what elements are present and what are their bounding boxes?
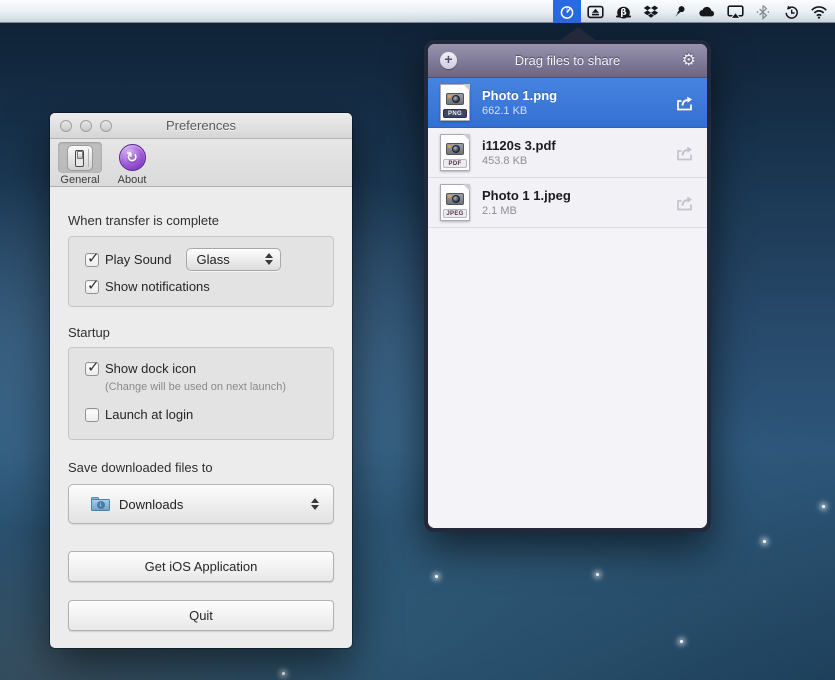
launch-at-login-checkbox[interactable] (85, 408, 99, 422)
time-machine-icon[interactable] (777, 0, 805, 23)
file-name: i1120s 3.pdf (482, 138, 674, 153)
cloud-icon[interactable] (693, 0, 721, 23)
tab-general-label: General (60, 174, 99, 186)
file-size: 662.1 KB (482, 105, 674, 117)
show-notifications-checkbox[interactable] (85, 280, 99, 294)
popover-header: + Drag files to share ⚙ (428, 44, 707, 78)
save-destination-popup[interactable]: ↓ Downloads (68, 484, 334, 524)
play-sound-label: Play Sound (105, 252, 172, 267)
get-ios-application-button[interactable]: Get iOS Application (68, 551, 334, 582)
eject-display-icon[interactable] (581, 0, 609, 23)
bluetooth-icon[interactable] (749, 0, 777, 23)
popover-arrow (559, 27, 597, 41)
play-sound-row: Play Sound Glass (85, 248, 333, 271)
launch-at-login-label: Launch at login (105, 407, 193, 422)
file-row-i1120s[interactable]: PDF i1120s 3.pdf 453.8 KB (428, 128, 707, 178)
section-label-save: Save downloaded files to (68, 460, 213, 475)
wifi-icon[interactable] (805, 0, 833, 23)
sound-popup[interactable]: Glass (186, 248, 281, 271)
startup-group-box: Show dock icon (Change will be used on n… (68, 347, 334, 440)
pdf-file-icon: PDF (440, 134, 470, 171)
file-row-photo1[interactable]: PNG Photo 1.png 662.1 KB (428, 78, 707, 128)
preferences-window: Preferences General ↻ About When transfe… (50, 113, 352, 648)
file-size: 453.8 KB (482, 155, 674, 167)
tab-about[interactable]: ↻ About (108, 142, 156, 186)
show-dock-icon-label: Show dock icon (105, 361, 196, 376)
preferences-toolbar: General ↻ About (50, 139, 352, 187)
show-dock-icon-checkbox[interactable] (85, 362, 99, 376)
preferences-titlebar[interactable]: Preferences (50, 113, 352, 139)
save-destination-value: Downloads (119, 497, 311, 512)
beta-icon[interactable]: β (609, 0, 637, 23)
transfer-group-box: Play Sound Glass Show notifications (68, 236, 334, 307)
file-size: 2.1 MB (482, 205, 674, 217)
window-title: Preferences (50, 118, 352, 133)
play-sound-checkbox[interactable] (85, 253, 99, 267)
general-icon (58, 142, 102, 173)
show-notifications-label: Show notifications (105, 279, 210, 294)
tab-general[interactable]: General (56, 142, 104, 186)
show-dock-icon-row: Show dock icon (85, 361, 333, 376)
png-file-icon: PNG (440, 84, 470, 121)
menu-bar-status-icons: β (553, 0, 833, 23)
popover-empty-area[interactable] (428, 228, 707, 528)
section-label-startup: Startup (68, 325, 110, 340)
popup-stepper-icon (265, 253, 273, 265)
about-icon: ↻ (110, 142, 154, 173)
popup-stepper-icon (311, 498, 319, 510)
share-icon[interactable] (674, 94, 695, 112)
gear-icon[interactable]: ⚙ (682, 50, 696, 70)
menu-bar: β (0, 0, 835, 23)
section-label-transfer: When transfer is complete (68, 213, 219, 228)
sound-popup-value: Glass (197, 252, 230, 267)
file-name: Photo 1 1.jpeg (482, 188, 674, 203)
tab-about-label: About (118, 174, 147, 186)
show-notifications-row: Show notifications (85, 279, 333, 294)
launch-at-login-row: Launch at login (85, 407, 333, 422)
dropbox-icon[interactable] (637, 0, 665, 23)
quit-button[interactable]: Quit (68, 600, 334, 631)
jpeg-file-icon: JPEG (440, 184, 470, 221)
share-icon[interactable] (674, 144, 695, 162)
airplay-icon[interactable] (721, 0, 749, 23)
dock-change-note: (Change will be used on next launch) (105, 381, 333, 393)
downloads-folder-icon: ↓ (91, 497, 110, 511)
file-name: Photo 1.png (482, 88, 674, 103)
share-icon[interactable] (674, 194, 695, 212)
svg-text:β: β (620, 8, 627, 18)
share-popover: + Drag files to share ⚙ PNG Photo 1.png … (424, 40, 711, 532)
timer-app-icon[interactable] (553, 0, 581, 23)
popover-title: Drag files to share (515, 53, 621, 68)
add-file-button[interactable]: + (440, 52, 457, 69)
file-row-photo11[interactable]: JPEG Photo 1 1.jpeg 2.1 MB (428, 178, 707, 228)
pin-icon[interactable] (665, 0, 693, 23)
